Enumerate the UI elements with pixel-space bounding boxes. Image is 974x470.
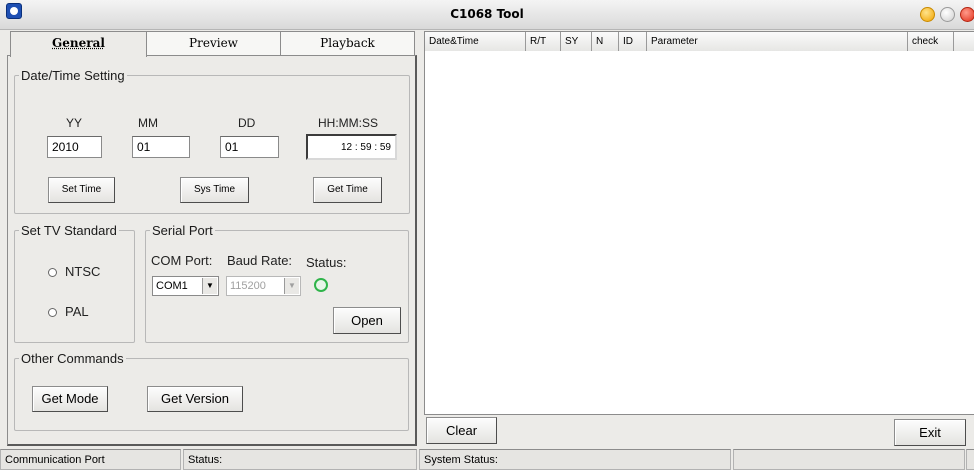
com-port-select[interactable]: COM1 ▼ bbox=[152, 276, 219, 296]
datetime-legend: Date/Time Setting bbox=[21, 68, 125, 83]
col-header-n[interactable]: N bbox=[592, 32, 619, 51]
baud-rate-value: 115200 bbox=[230, 280, 266, 292]
time-picker[interactable]: 12 : 59 : 59 bbox=[306, 134, 397, 160]
status-indicator-icon bbox=[314, 278, 328, 292]
col-header-parameter[interactable]: Parameter bbox=[647, 32, 908, 51]
comm-port-text: Communication Port bbox=[5, 454, 105, 466]
baud-rate-label: Baud Rate: bbox=[227, 253, 293, 268]
minimize-button[interactable] bbox=[920, 7, 935, 22]
col-header-sy[interactable]: SY bbox=[561, 32, 592, 51]
close-button[interactable] bbox=[960, 7, 974, 22]
tv-standard-group: Set TV Standard bbox=[14, 223, 135, 343]
get-time-button[interactable]: Get Time bbox=[313, 177, 382, 203]
other-commands-legend: Other Commands bbox=[21, 351, 124, 366]
tab-preview[interactable]: Preview bbox=[146, 31, 281, 55]
get-mode-button[interactable]: Get Mode bbox=[32, 386, 108, 412]
chevron-down-icon[interactable]: ▼ bbox=[202, 278, 217, 294]
serial-port-legend: Serial Port bbox=[152, 223, 213, 238]
open-button[interactable]: Open bbox=[333, 307, 401, 334]
year-input[interactable]: 2010 bbox=[47, 136, 102, 158]
tab-playback[interactable]: Playback bbox=[280, 31, 415, 55]
system-status-text: System Status: bbox=[424, 454, 498, 466]
second-value[interactable]: 59 bbox=[380, 142, 391, 153]
col-header-rt[interactable]: R/T bbox=[526, 32, 561, 51]
pal-radio[interactable] bbox=[48, 308, 57, 317]
col-header-check[interactable]: check bbox=[908, 32, 954, 51]
status-connection: Status: bbox=[183, 449, 417, 470]
day-input[interactable]: 01 bbox=[220, 136, 279, 158]
status-system: System Status: bbox=[419, 449, 731, 470]
clear-button[interactable]: Clear bbox=[426, 417, 497, 444]
pal-label[interactable]: PAL bbox=[65, 304, 89, 319]
set-time-button[interactable]: Set Time bbox=[48, 177, 115, 203]
minute-value[interactable]: 59 bbox=[360, 142, 371, 153]
tab-general[interactable]: General bbox=[10, 31, 147, 57]
get-version-button[interactable]: Get Version bbox=[147, 386, 243, 412]
col-header-filler bbox=[954, 32, 974, 51]
hour-value[interactable]: 12 bbox=[341, 142, 352, 153]
month-input[interactable]: 01 bbox=[132, 136, 190, 158]
ntsc-label[interactable]: NTSC bbox=[65, 264, 100, 279]
log-table[interactable]: Date&Time R/T SY N ID Parameter check bbox=[424, 31, 974, 415]
mm-label: MM bbox=[138, 116, 158, 130]
col-header-datetime[interactable]: Date&Time bbox=[425, 32, 526, 51]
status-label: Status: bbox=[306, 255, 347, 270]
tv-standard-legend: Set TV Standard bbox=[21, 223, 117, 238]
hms-label: HH:MM:SS bbox=[318, 116, 378, 130]
sys-time-button[interactable]: Sys Time bbox=[180, 177, 249, 203]
chevron-down-icon: ▼ bbox=[284, 278, 299, 294]
ntsc-radio[interactable] bbox=[48, 268, 57, 277]
status-end bbox=[966, 449, 974, 470]
window-title: C1068 Tool bbox=[450, 7, 524, 21]
yy-label: YY bbox=[66, 116, 83, 130]
dd-label: DD bbox=[238, 116, 256, 130]
maximize-button[interactable] bbox=[940, 7, 955, 22]
com-port-value: COM1 bbox=[156, 280, 188, 292]
status-communication-port: Communication Port bbox=[0, 449, 181, 470]
title-bar: C1068 Tool bbox=[0, 0, 974, 30]
status-extra bbox=[733, 449, 965, 470]
col-header-id[interactable]: ID bbox=[619, 32, 647, 51]
exit-button[interactable]: Exit bbox=[894, 419, 966, 446]
tab-playback-label: Playback bbox=[320, 36, 375, 50]
tab-general-label: General bbox=[52, 36, 105, 50]
log-header: Date&Time R/T SY N ID Parameter check bbox=[425, 32, 974, 51]
baud-rate-select: 115200 ▼ bbox=[226, 276, 301, 296]
tab-preview-label: Preview bbox=[189, 36, 238, 50]
connection-status-text: Status: bbox=[188, 454, 223, 466]
com-port-label: COM Port: bbox=[151, 253, 213, 268]
general-panel: Date/Time Setting YY MM DD HH:MM:SS 2010… bbox=[7, 55, 417, 446]
